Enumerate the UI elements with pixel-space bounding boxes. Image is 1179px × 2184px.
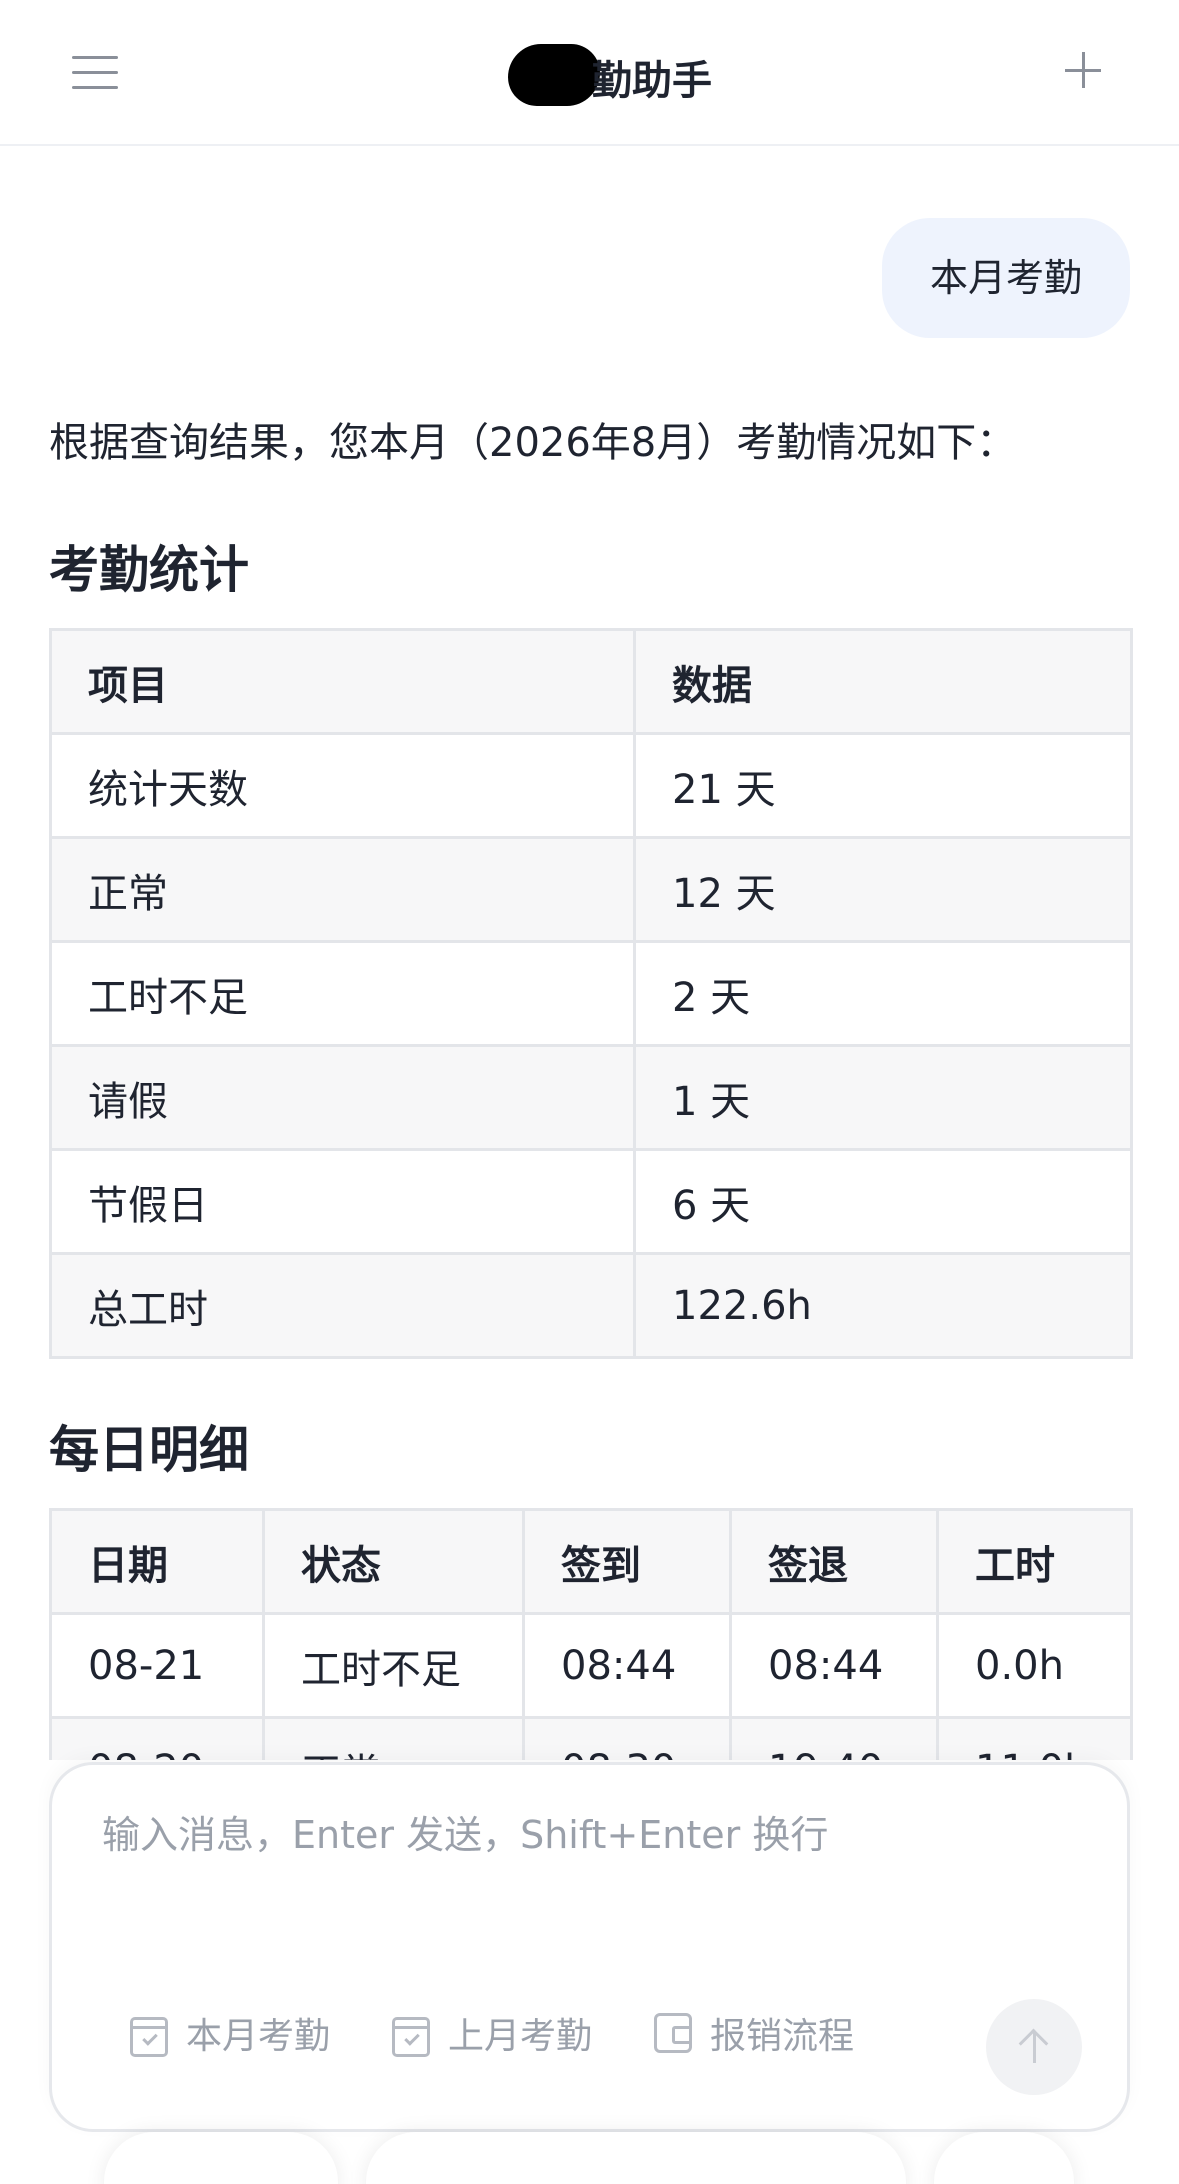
table-row: 08-20 正常 08:30 19:40 11.0h <box>49 1716 1133 1760</box>
table-row: 请假 1 天 <box>49 1044 1133 1151</box>
calendar-check-icon <box>130 2017 168 2057</box>
forward-arrow-icon: › <box>262 2168 280 2184</box>
table-cell: 11.0h <box>936 1716 1133 1760</box>
quick-action-this-month[interactable]: 本月考勤 <box>130 2005 330 2061</box>
table-cell: 122.6h <box>633 1252 1133 1359</box>
table-header-cell: 工时 <box>936 1508 1133 1615</box>
browser-more-pill[interactable] <box>934 2132 1074 2184</box>
table-header-cell: 日期 <box>49 1508 265 1615</box>
table-header-cell: 签退 <box>729 1508 939 1615</box>
table-cell: 请假 <box>49 1044 636 1151</box>
tab-icon: ▪ <box>410 2168 440 2184</box>
stats-heading: 考勤统计 <box>49 541 249 599</box>
table-cell: 08:30 <box>522 1716 732 1760</box>
table-cell: 12 天 <box>633 836 1133 943</box>
chevron-right-icon: › <box>832 2168 850 2184</box>
table-row: 总工时 122.6h <box>49 1252 1133 1359</box>
table-header-row: 日期 状态 签到 签退 工时 <box>49 1508 1133 1615</box>
table-cell: 工时不足 <box>262 1612 525 1719</box>
table-row: 08-21 工时不足 08:44 08:44 0.0h <box>49 1612 1133 1719</box>
table-cell: 正常 <box>49 836 636 943</box>
table-header-cell: 状态 <box>262 1508 525 1615</box>
back-arrow-icon: ‹ <box>150 2168 168 2184</box>
table-cell: 0.0h <box>936 1612 1133 1719</box>
quick-action-label: 本月考勤 <box>186 2016 331 2057</box>
table-cell: 工时不足 <box>49 940 636 1047</box>
daily-heading: 每日明细 <box>49 1421 249 1479</box>
app-root: 勤助手 本月考勤 根据查询结果，您本月（2026年8月）考勤情况如下： 考勤统计… <box>0 0 1179 2184</box>
table-row: 正常 12 天 <box>49 836 1133 943</box>
table-row: 统计天数 21 天 <box>49 732 1133 839</box>
browser-nav-pill[interactable] <box>104 2132 338 2184</box>
calendar-check-icon <box>392 2017 430 2057</box>
table-header-cell: 项目 <box>49 628 636 735</box>
page-title-wrap: 勤助手 <box>0 44 1179 106</box>
new-chat-plus-icon[interactable] <box>1063 50 1103 90</box>
table-row: 节假日 6 天 <box>49 1148 1133 1255</box>
table-cell: 正常 <box>262 1716 525 1760</box>
table-cell: 节假日 <box>49 1148 636 1255</box>
table-cell: 总工时 <box>49 1252 636 1359</box>
table-row: 工时不足 2 天 <box>49 940 1133 1047</box>
page-title: 勤助手 <box>592 58 712 104</box>
table-cell: 19:40 <box>729 1716 939 1760</box>
assistant-intro-text: 根据查询结果，您本月（2026年8月）考勤情况如下： <box>49 420 1017 466</box>
quick-action-reimbursement[interactable]: 报销流程 <box>654 2005 854 2061</box>
wallet-icon <box>654 2013 692 2053</box>
quick-action-last-month[interactable]: 上月考勤 <box>392 2005 592 2061</box>
table-header-cell: 数据 <box>633 628 1133 735</box>
table-cell: 2 天 <box>633 940 1133 1047</box>
table-header-cell: 签到 <box>522 1508 732 1615</box>
user-message-bubble: 本月考勤 <box>881 218 1130 338</box>
message-input[interactable] <box>102 1805 1082 1865</box>
quick-action-label: 上月考勤 <box>448 2016 593 2057</box>
table-header-row: 项目 数据 <box>49 628 1133 735</box>
table-cell: 08-21 <box>49 1612 265 1719</box>
daily-table: 日期 状态 签到 签退 工时 08-21 工时不足 08:44 08:44 0.… <box>49 1508 1133 1760</box>
browser-address-pill[interactable] <box>366 2132 906 2184</box>
redaction-mark <box>508 44 600 106</box>
message-composer: 本月考勤 上月考勤 报销流程 <box>49 1762 1130 2132</box>
table-cell: 6 天 <box>633 1148 1133 1255</box>
top-bar: 勤助手 <box>0 0 1179 146</box>
quick-action-label: 报销流程 <box>710 2016 855 2057</box>
table-cell: 08:44 <box>522 1612 732 1719</box>
stats-table: 项目 数据 统计天数 21 天 正常 12 天 工时不足 2 天 请假 1 天 … <box>49 628 1133 1359</box>
table-cell: 统计天数 <box>49 732 636 839</box>
send-button[interactable] <box>986 1999 1082 2095</box>
chat-area[interactable]: 本月考勤 根据查询结果，您本月（2026年8月）考勤情况如下： 考勤统计 项目 … <box>0 148 1179 1760</box>
table-cell: 21 天 <box>633 732 1133 839</box>
table-cell: 08-20 <box>49 1716 265 1760</box>
table-cell: 08:44 <box>729 1612 939 1719</box>
table-cell: 1 天 <box>633 1044 1133 1151</box>
